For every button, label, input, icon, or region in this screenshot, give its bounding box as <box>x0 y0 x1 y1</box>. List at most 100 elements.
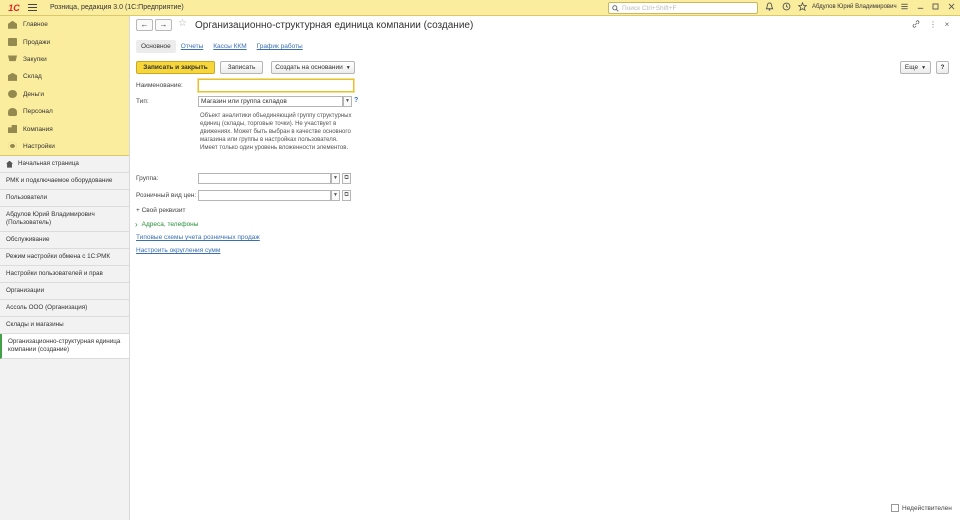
history-item[interactable]: Обслуживание <box>0 232 129 250</box>
arrow-right-icon: → <box>159 20 168 29</box>
save-and-close-button[interactable]: Записать и закрыть <box>136 61 215 74</box>
history-item-home[interactable]: Начальная страница <box>0 156 129 174</box>
forward-button[interactable]: → <box>155 19 172 31</box>
tab-cash-registers[interactable]: Кассы ККМ <box>208 40 251 53</box>
top-bar: 1С Розница, редакция 3.0 (1С:Предприятие… <box>0 0 960 16</box>
section-label: Главное <box>23 21 48 29</box>
inactive-checkbox[interactable] <box>891 504 899 512</box>
sections-panel: Главное Продажи Закупки Склад Деньги Пер… <box>0 16 129 157</box>
type-field[interactable]: Магазин или группа складов <box>198 96 343 107</box>
save-button[interactable]: Записать <box>220 61 263 74</box>
section-sales[interactable]: Продажи <box>0 33 129 50</box>
section-label: Деньги <box>23 90 44 98</box>
history-label: Склады и магазины <box>6 321 64 329</box>
section-settings[interactable]: Настройки <box>0 138 129 155</box>
section-purchases[interactable]: Закупки <box>0 51 129 68</box>
favorite-star-icon[interactable]: ☆ <box>178 18 187 29</box>
minimize-icon[interactable] <box>914 2 926 14</box>
link-icon[interactable] <box>911 20 921 30</box>
name-label: Наименование: <box>136 82 183 89</box>
add-custom-attribute-button[interactable]: + Свой реквизит <box>136 207 185 214</box>
personnel-icon <box>8 107 17 116</box>
history-item[interactable]: РМК и подключаемое оборудование <box>0 173 129 191</box>
sales-icon <box>8 38 17 47</box>
history-icon[interactable] <box>780 2 792 14</box>
tab-main[interactable]: Основное <box>136 40 176 53</box>
more-button[interactable]: Еще ▼ <box>900 61 931 74</box>
section-personnel[interactable]: Персонал <box>0 103 129 120</box>
section-money[interactable]: Деньги <box>0 86 129 103</box>
history-label: Настройки пользователей и прав <box>6 270 103 278</box>
history-item[interactable]: Склады и магазины <box>0 317 129 335</box>
rounding-settings-link[interactable]: Настроить округления сумм <box>136 247 220 254</box>
group-label: Группа: <box>136 175 159 182</box>
group-field[interactable] <box>198 173 331 184</box>
group-dropdown-button[interactable]: ▼ <box>331 173 340 184</box>
user-menu-icon[interactable] <box>898 2 910 14</box>
close-app-icon[interactable] <box>945 2 957 14</box>
form-tabs: Основное Отчеты Кассы ККМ График работы <box>136 40 308 53</box>
purchases-icon <box>8 55 17 62</box>
favorites-icon[interactable] <box>796 1 808 14</box>
history-item[interactable]: Абдулов Юрий Владимирович (Пользователь) <box>0 207 129 233</box>
group-open-button[interactable]: ⧉ <box>342 173 351 184</box>
history-item[interactable]: Режим настройки обмена с 1С:РМК <box>0 249 129 267</box>
history-label: Начальная страница <box>18 160 79 168</box>
retail-price-field[interactable] <box>198 190 331 201</box>
retail-price-dropdown-button[interactable]: ▼ <box>331 190 340 201</box>
history-label: Ассоль ООО (Организация) <box>6 304 88 312</box>
type-label: Тип: <box>136 98 149 105</box>
history-item[interactable]: Пользователи <box>0 190 129 208</box>
section-label: Настройки <box>23 142 55 150</box>
restore-icon[interactable] <box>929 2 941 14</box>
addresses-group-toggle[interactable]: › Адреса, телефоны <box>135 220 198 229</box>
more-label: Еще <box>904 64 919 71</box>
retail-schemes-link[interactable]: Типовые схемы учета розничных продаж <box>136 234 260 241</box>
history-label: Пользователи <box>6 194 48 202</box>
inactive-checkbox-row[interactable]: Недействителен <box>891 504 952 512</box>
chevron-down-icon: ▼ <box>345 64 351 71</box>
addresses-label: Адреса, телефоны <box>141 221 199 228</box>
section-label: Продажи <box>23 38 51 46</box>
user-name[interactable]: Абдулов Юрий Владимирович <box>812 4 897 10</box>
history-label: Режим настройки обмена с 1С:РМК <box>6 253 110 261</box>
home-icon <box>8 20 17 29</box>
help-button[interactable]: ? <box>936 61 949 74</box>
help-question-icon[interactable]: ? <box>354 97 358 104</box>
section-warehouse[interactable]: Склад <box>0 68 129 85</box>
search-icon <box>612 4 619 12</box>
app-logo: 1С <box>3 0 25 16</box>
name-field[interactable] <box>198 79 354 92</box>
arrow-left-icon: ← <box>140 20 149 29</box>
history-item[interactable]: Ассоль ООО (Организация) <box>0 300 129 318</box>
main-menu-icon[interactable] <box>28 0 42 16</box>
notifications-icon[interactable] <box>763 2 775 14</box>
close-form-icon[interactable]: × <box>942 20 952 29</box>
warehouse-icon <box>8 72 17 81</box>
section-label: Склад <box>23 73 42 81</box>
history-label: Организационно-структурная единица компа… <box>8 338 121 354</box>
search-input[interactable]: Поиск Ctrl+Shift+F <box>608 2 758 14</box>
history-item-active[interactable]: Организационно-структурная единица компа… <box>0 334 129 360</box>
company-icon <box>8 125 17 134</box>
chevron-right-icon: › <box>135 220 138 229</box>
history-label: Абдулов Юрий Владимирович (Пользователь) <box>6 211 95 227</box>
retail-price-open-button[interactable]: ⧉ <box>342 190 351 201</box>
tab-schedule[interactable]: График работы <box>252 40 308 53</box>
section-company[interactable]: Компания <box>0 120 129 137</box>
open-link-icon: ⧉ <box>344 192 349 198</box>
form-title: Организационно-структурная единица компа… <box>195 20 474 31</box>
section-main[interactable]: Главное <box>0 16 129 33</box>
back-button[interactable]: ← <box>136 19 153 31</box>
history-label: Организации <box>6 287 45 295</box>
type-dropdown-button[interactable]: ▼ <box>343 96 352 107</box>
more-actions-icon[interactable]: ⋮ <box>928 20 938 29</box>
history-item[interactable]: Настройки пользователей и прав <box>0 266 129 284</box>
section-label: Компания <box>23 125 53 133</box>
section-label: Закупки <box>23 55 47 63</box>
open-windows-list: Начальная страница РМК и подключаемое об… <box>0 156 129 360</box>
chevron-down-icon: ▼ <box>333 192 338 198</box>
create-based-on-button[interactable]: Создать на основании ▼ <box>271 61 355 74</box>
tab-reports[interactable]: Отчеты <box>176 40 208 53</box>
history-item[interactable]: Организации <box>0 283 129 301</box>
